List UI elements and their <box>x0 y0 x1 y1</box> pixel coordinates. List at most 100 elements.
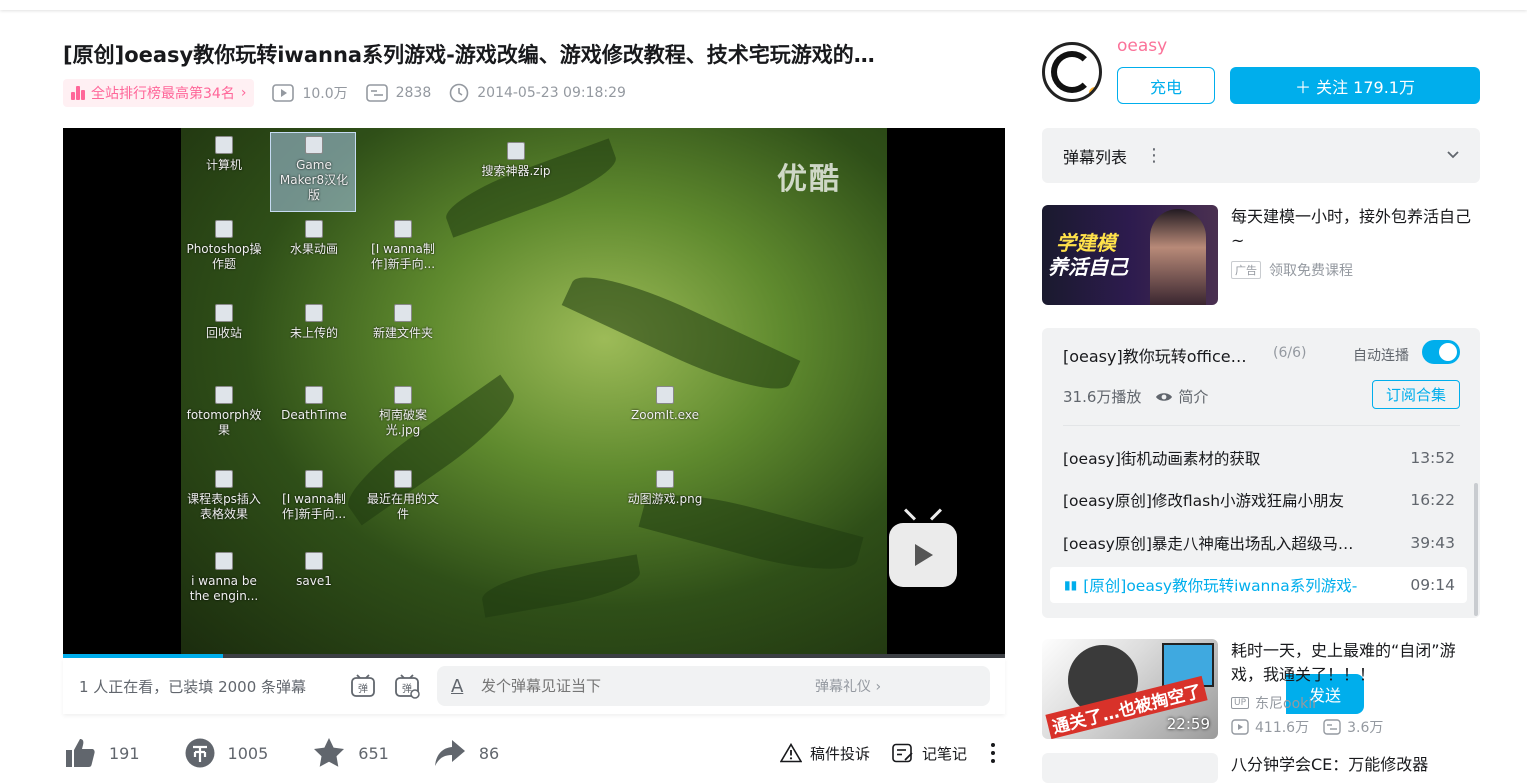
episode-title: [oeasy原创]暴走八神庵出场乱入超级马… <box>1063 535 1354 553</box>
verified-badge-icon <box>1087 85 1099 99</box>
episode-duration: 39:43 <box>1410 534 1455 552</box>
now-playing-icon: ▮▮ <box>1064 578 1078 592</box>
video-frame[interactable]: 优酷 计算机 Game Maker8汉化版 搜索神器.zip Photoshop… <box>181 128 887 656</box>
collection-panel: [oeasy]教你玩转office… (6/6) 自动连播 31.6万播放 简介… <box>1042 328 1480 618</box>
danmaku-input[interactable] <box>481 677 811 695</box>
coin-icon <box>185 738 215 768</box>
text-style-icon[interactable]: A <box>451 676 481 697</box>
divider <box>1063 425 1460 426</box>
viewer-count: 1 人正在看，已装填 2000 条弹幕 <box>79 677 307 696</box>
video-title: [原创]oeasy教你玩转iwanna系列游戏-游戏改编、游戏修改教程、技术宅玩… <box>63 43 875 67</box>
danmaku-input-box[interactable]: A 弹幕礼仪 › 发送 <box>437 666 1364 714</box>
play-triangle-icon <box>915 544 933 566</box>
collection-intro-button[interactable]: 简介 <box>1155 386 1208 407</box>
rank-badge[interactable]: 全站排行榜最高第34名 › <box>63 79 255 107</box>
danmaku-etiquette-link[interactable]: 弹幕礼仪 › <box>815 676 881 696</box>
desktop-icon: 计算机 <box>184 136 264 173</box>
watermark: 优酷 <box>777 162 841 197</box>
video-meta: 全站排行榜最高第34名 › 10.0万 2838 2014-05-23 09:1… <box>63 79 626 107</box>
eye-icon <box>1156 392 1173 401</box>
notes-button[interactable]: 记笔记 <box>892 743 967 764</box>
danmaku-list-header[interactable]: 弹幕列表 ⋮ <box>1042 128 1480 183</box>
svg-text:弹: 弹 <box>358 682 368 695</box>
notes-label: 记笔记 <box>921 744 967 763</box>
desktop-icon: 搜索神器.zip <box>461 142 571 179</box>
video-duration: 22:59 <box>1166 715 1210 733</box>
recommend-thumbnail[interactable] <box>1042 753 1218 783</box>
autoplay-toggle[interactable] <box>1422 340 1460 364</box>
play-button[interactable] <box>889 523 957 587</box>
episode-title: [oeasy]街机动画素材的获取 <box>1063 450 1261 468</box>
publish-time: 2014-05-23 09:18:29 <box>449 83 626 103</box>
follow-button[interactable]: ＋ 关注 179.1万 <box>1230 67 1480 104</box>
play-icon <box>272 84 295 102</box>
ad-title[interactable]: 每天建模一小时，接外包养活自己~ <box>1231 205 1480 253</box>
favorite-count: 651 <box>358 743 389 763</box>
star-icon <box>314 738 345 767</box>
recommend-title[interactable]: 耗时一天，史上最难的“自闭”游戏，我通关了！！！ <box>1231 639 1480 687</box>
top-header-bar <box>0 0 1527 10</box>
desktop-icon: DeathTime <box>274 386 354 423</box>
ad-thumb-text: 养活自己 <box>1048 255 1128 279</box>
desktop-icon: 回收站 <box>184 304 264 341</box>
report-button[interactable]: 稿件投诉 <box>779 743 870 764</box>
recommend-uploader[interactable]: UP 东尼ookii <box>1231 693 1316 713</box>
collection-title[interactable]: [oeasy]教你玩转office… <box>1063 343 1247 367</box>
coin-count: 1005 <box>227 743 269 763</box>
up-tag: UP <box>1231 697 1250 709</box>
charge-button[interactable]: 充电 <box>1117 67 1215 104</box>
ad-meta: 广告 领取免费课程 <box>1231 260 1353 280</box>
episode-duration: 09:14 <box>1410 576 1455 594</box>
desktop-icon: Photoshop操作题 <box>184 220 264 272</box>
recommend-danmaku: 3.6万 <box>1347 720 1384 736</box>
subscribe-collection-button[interactable]: 订阅合集 <box>1372 380 1460 409</box>
ad-card[interactable]: 学建模 养活自己 每天建模一小时，接外包养活自己~ 广告 领取免费课程 <box>1042 205 1480 305</box>
episode-item-active[interactable]: ▮▮ [原创]oeasy教你玩转iwanna系列游戏- 09:14 <box>1050 567 1467 603</box>
video-player[interactable]: 优酷 计算机 Game Maker8汉化版 搜索神器.zip Photoshop… <box>63 128 1005 656</box>
rank-chart-icon <box>71 86 85 100</box>
collection-scrollbar[interactable] <box>1474 483 1478 616</box>
desktop-icon: fotomorph效果 <box>184 386 264 438</box>
recommend-stats: 411.6万 3.6万 <box>1231 717 1383 737</box>
share-button[interactable]: 86 <box>433 736 499 770</box>
desktop-icon: 水果动画 <box>274 220 354 257</box>
chevron-right-icon: › <box>240 85 247 101</box>
recommend-card[interactable]: 通关了…也被掏空了 22:59 耗时一天，史上最难的“自闭”游戏，我通关了！！！… <box>1042 639 1480 739</box>
more-vertical-icon[interactable]: ⋮ <box>1145 145 1163 166</box>
episode-duration: 13:52 <box>1410 449 1455 467</box>
episode-item[interactable]: [oeasy原创]修改flash小游戏狂扁小朋友 16:22 <box>1050 482 1467 518</box>
desktop-icon: Game Maker8汉化版 <box>274 136 354 203</box>
ad-thumbnail[interactable]: 学建模 养活自己 <box>1042 205 1218 305</box>
thumbs-up-icon <box>66 739 95 767</box>
episode-duration: 16:22 <box>1410 491 1455 509</box>
uploader-avatar[interactable] <box>1042 42 1102 102</box>
recommend-card[interactable]: 八分钟学会CE：万能修改器 <box>1042 753 1480 783</box>
rank-badge-label: 全站排行榜最高第34名 <box>91 86 235 102</box>
episode-title: [原创]oeasy教你玩转iwanna系列游戏- <box>1083 577 1358 595</box>
play-count-value: 10.0万 <box>302 86 348 102</box>
desktop-icon: 动图游戏.png <box>625 470 705 507</box>
collection-intro-label: 简介 <box>1178 388 1209 406</box>
recommend-thumbnail[interactable]: 通关了…也被掏空了 22:59 <box>1042 639 1218 739</box>
ad-character-image <box>1150 209 1206 305</box>
ad-cta[interactable]: 领取免费课程 <box>1269 260 1353 280</box>
action-toolbar-right: 稿件投诉 记笔记 <box>758 742 1005 764</box>
danmaku-icon <box>365 84 388 102</box>
desktop-icon: [I wanna制作]新手向... <box>274 470 354 522</box>
chevron-down-icon[interactable] <box>1446 143 1460 167</box>
episode-item[interactable]: [oeasy]街机动画素材的获取 13:52 <box>1050 440 1467 476</box>
danmaku-toggle-icon[interactable]: 弹 <box>349 672 377 700</box>
danmaku-bar: 1 人正在看，已装填 2000 条弹幕 弹 弹 A 弹幕礼仪 › 发送 <box>63 658 1364 714</box>
danmaku-settings-icon[interactable]: 弹 <box>393 672 421 700</box>
more-options-button[interactable] <box>989 742 1005 764</box>
like-button[interactable]: 191 <box>63 736 140 770</box>
episode-item[interactable]: [oeasy原创]暴走八神庵出场乱入超级马… 39:43 <box>1050 525 1467 561</box>
desktop-icon: save1 <box>274 552 354 589</box>
uploader-name[interactable]: oeasy <box>1117 36 1167 56</box>
coin-button[interactable]: 1005 <box>184 737 269 769</box>
note-icon <box>892 743 913 763</box>
recommend-title[interactable]: 八分钟学会CE：万能修改器 <box>1231 753 1480 777</box>
collection-stats: 31.6万播放 简介 <box>1063 386 1208 407</box>
favorite-button[interactable]: 651 <box>312 736 389 770</box>
clock-icon <box>449 83 469 103</box>
